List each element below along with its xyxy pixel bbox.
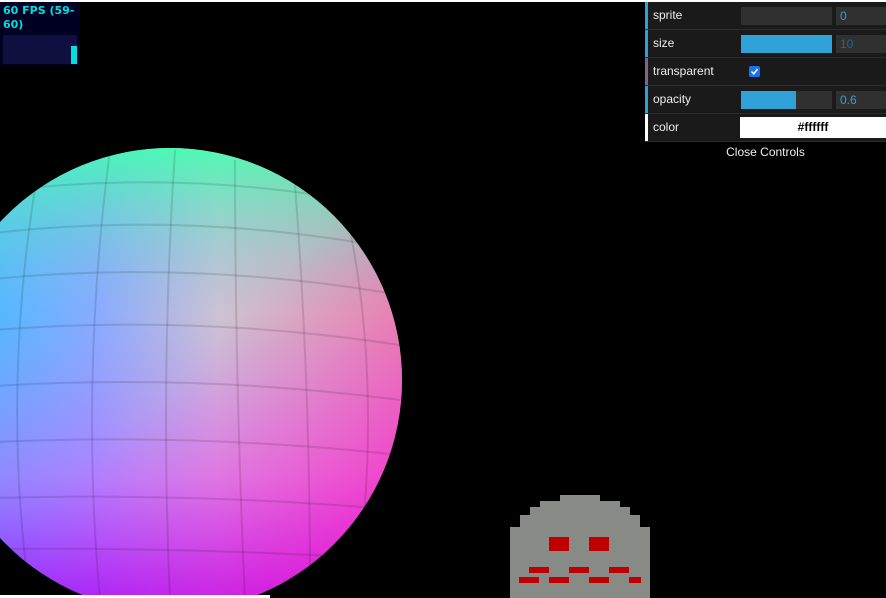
opacity-input[interactable]: 0.6: [836, 91, 886, 109]
control-color: color #ffffff: [645, 114, 886, 142]
sprite-slider[interactable]: [741, 7, 832, 25]
row-accent: [645, 58, 648, 85]
checkmark-icon: [750, 68, 759, 76]
close-controls-button[interactable]: Close Controls: [645, 142, 886, 162]
control-label: color: [653, 120, 680, 134]
control-label: opacity: [653, 92, 692, 106]
row-accent: [645, 30, 648, 57]
size-input[interactable]: 10: [836, 35, 886, 53]
fps-stats-panel[interactable]: 60 FPS (59-60): [0, 2, 80, 66]
sprite-input[interactable]: 0: [836, 7, 886, 25]
fps-graph: [3, 35, 77, 64]
size-slider[interactable]: [741, 35, 832, 53]
fps-readout: 60 FPS (59-60): [3, 4, 75, 31]
control-transparent: transparent: [645, 58, 886, 86]
slider-fill: [741, 35, 832, 53]
control-opacity: opacity 0.6: [645, 86, 886, 114]
fps-graph-bar: [71, 46, 77, 64]
row-accent: [645, 86, 648, 113]
controls-panel: sprite 0 size 10 transparent opacity 0.6: [645, 2, 886, 162]
slider-fill: [741, 91, 796, 109]
control-label: transparent: [653, 64, 714, 78]
color-input[interactable]: #ffffff: [740, 117, 886, 138]
control-size: size 10: [645, 30, 886, 58]
control-label: sprite: [653, 8, 683, 22]
control-label: size: [653, 36, 675, 50]
control-sprite: sprite 0: [645, 2, 886, 30]
transparent-checkbox[interactable]: [749, 66, 760, 77]
opacity-slider[interactable]: [741, 91, 832, 109]
row-accent: [645, 114, 648, 141]
color-sphere: [0, 148, 402, 598]
row-accent: [645, 2, 648, 29]
